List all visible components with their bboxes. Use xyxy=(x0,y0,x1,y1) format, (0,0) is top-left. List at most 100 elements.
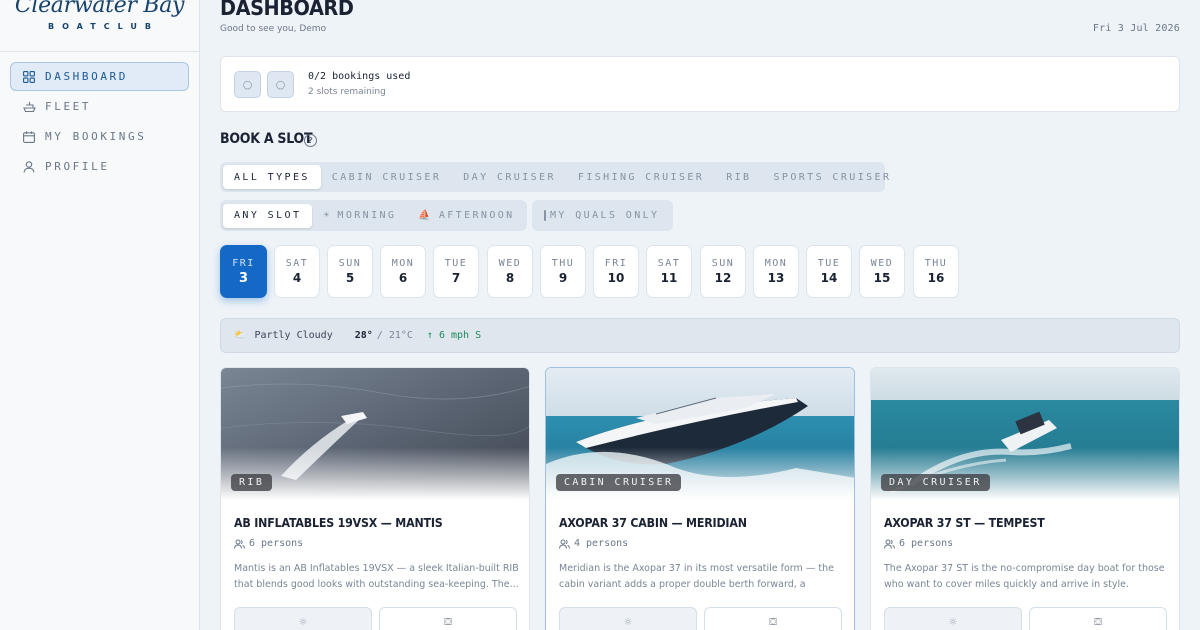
date-pill[interactable]: THU 16 xyxy=(913,245,959,298)
filter-all-types[interactable]: ALL TYPES xyxy=(223,165,321,189)
boat-icon xyxy=(22,100,36,114)
filter-rib[interactable]: RIB xyxy=(715,165,762,189)
date-pill[interactable]: MON 13 xyxy=(753,245,799,298)
date-day: 13 xyxy=(767,271,785,285)
boat-type-badge: DAY CRUISER xyxy=(881,474,990,491)
date-day: 16 xyxy=(927,271,945,285)
afternoon-slot-button[interactable]: ⛋ xyxy=(379,607,517,630)
filter-label: ANY SLOT xyxy=(234,210,302,221)
user-icon xyxy=(22,160,36,174)
boat-card[interactable]: CABIN CRUISER AXOPAR 37 CABIN — MERIDIAN… xyxy=(545,367,855,630)
calendar-icon xyxy=(22,130,36,144)
sun-icon: ☀ xyxy=(323,210,330,221)
brand-logo[interactable]: Clearwater Bay BOATCLUB xyxy=(0,0,199,52)
morning-slot-button[interactable]: ☼ xyxy=(559,607,697,630)
boat-capacity: 6 persons xyxy=(234,538,303,549)
quals-filter[interactable]: MY QUALS ONLY xyxy=(532,200,673,231)
weather-wind: ↑ 6 mph S xyxy=(426,330,482,341)
slots-remaining-text: 2 slots remaining xyxy=(308,87,386,97)
filter-fishing-cruiser[interactable]: FISHING CRUISER xyxy=(567,165,715,189)
date-weekday: TUE xyxy=(817,258,841,269)
capacity-text: 6 persons xyxy=(249,538,304,549)
date-day: 10 xyxy=(607,271,625,285)
date-weekday: SAT xyxy=(657,258,681,269)
date-pill[interactable]: SUN 5 xyxy=(327,245,373,298)
filter-day-cruiser[interactable]: DAY CRUISER xyxy=(452,165,567,189)
date-day: 6 xyxy=(398,271,408,285)
boat-capacity: 6 persons xyxy=(884,538,953,549)
date-pill[interactable]: SAT 4 xyxy=(274,245,320,298)
date-weekday: FRI xyxy=(604,258,628,269)
boat-name: AXOPAR 37 CABIN — MERIDIAN xyxy=(559,516,747,530)
partly-cloudy-icon: ⛅ xyxy=(234,330,247,341)
date-weekday: MON xyxy=(391,258,415,269)
boat-card[interactable]: DAY CRUISER AXOPAR 37 ST — TEMPEST 6 per… xyxy=(870,367,1180,630)
date-weekday: WED xyxy=(870,258,894,269)
sidebar-item-label: DASHBOARD xyxy=(45,70,129,83)
sailboat-icon: ⛋ xyxy=(769,616,777,628)
quals-label: MY QUALS ONLY xyxy=(550,210,660,221)
date-weekday: SUN xyxy=(338,258,362,269)
date-pill[interactable]: FRI 3 xyxy=(220,245,267,298)
filter-sports-cruiser[interactable]: SPORTS CRUISER xyxy=(762,165,902,189)
bookings-summary-card: ○ ○ 0/2 bookings used 2 slots remaining xyxy=(220,56,1180,112)
users-icon xyxy=(884,539,895,549)
afternoon-slot-button[interactable]: ⛋ xyxy=(1029,607,1167,630)
date-day: 3 xyxy=(238,271,249,286)
date-pill[interactable]: SAT 11 xyxy=(646,245,692,298)
brand-tagline: BOATCLUB xyxy=(48,22,159,31)
sidebar-item-my-bookings[interactable]: MY BOOKINGS xyxy=(10,122,189,151)
date-weekday: THU xyxy=(924,258,948,269)
sidebar-item-fleet[interactable]: FLEET xyxy=(10,92,189,121)
time-slot-filter: ANY SLOT ☀ MORNING ⛵ AFTERNOON xyxy=(220,200,527,231)
capacity-text: 4 persons xyxy=(574,538,629,549)
date-pill[interactable]: MON 6 xyxy=(380,245,426,298)
sun-icon: ☼ xyxy=(948,616,958,628)
date-pill[interactable]: WED 8 xyxy=(487,245,533,298)
filter-any-slot[interactable]: ANY SLOT xyxy=(223,203,313,228)
date-pill[interactable]: WED 15 xyxy=(859,245,905,298)
section-title-book-slot: BOOK A SLOT xyxy=(220,131,313,147)
date-weekday: WED xyxy=(498,258,522,269)
filter-label: AFTERNOON xyxy=(438,210,515,221)
booking-slot-indicator: ○ xyxy=(267,71,294,98)
boat-description: Meridian is the Axopar 37 in its most ve… xyxy=(559,563,834,590)
sidebar-item-dashboard[interactable]: DASHBOARD xyxy=(10,62,189,91)
date-day: 7 xyxy=(451,271,461,285)
booking-slot-indicator: ○ xyxy=(234,71,261,98)
boat-card[interactable]: RIB AB INFLATABLES 19VSX — MANTIS 6 pers… xyxy=(220,367,530,630)
date-pill[interactable]: SUN 12 xyxy=(700,245,746,298)
date-weekday: MON xyxy=(764,258,788,269)
date-day: 9 xyxy=(558,271,568,285)
sidebar-item-label: MY BOOKINGS xyxy=(45,130,147,143)
help-icon[interactable]: ? xyxy=(304,134,317,147)
sidebar-item-label: FLEET xyxy=(45,100,92,113)
greeting-text: Good to see you, Demo xyxy=(220,24,327,34)
bookings-used-text: 0/2 bookings used xyxy=(308,71,411,82)
date-pill[interactable]: TUE 7 xyxy=(433,245,479,298)
date-pill[interactable]: THU 9 xyxy=(540,245,586,298)
morning-slot-button[interactable]: ☼ xyxy=(884,607,1022,630)
filter-morning[interactable]: ☀ MORNING xyxy=(312,204,407,228)
weather-high-temp: 28° xyxy=(354,330,373,341)
sidebar-item-profile[interactable]: PROFILE xyxy=(10,152,189,181)
date-day: 14 xyxy=(820,271,838,285)
filter-cabin-cruiser[interactable]: CABIN CRUISER xyxy=(321,165,452,189)
date-weekday: SAT xyxy=(285,258,309,269)
filter-afternoon[interactable]: ⛵ AFTERNOON xyxy=(407,204,525,228)
brand-name: Clearwater Bay xyxy=(14,0,185,18)
sailboat-icon: ⛋ xyxy=(444,616,452,628)
morning-slot-button[interactable]: ☼ xyxy=(234,607,372,630)
date-day: 8 xyxy=(505,271,515,285)
grid-icon xyxy=(22,70,36,84)
date-day: 4 xyxy=(292,271,302,285)
afternoon-slot-button[interactable]: ⛋ xyxy=(704,607,842,630)
date-day: 11 xyxy=(660,271,678,285)
date-weekday: SUN xyxy=(711,258,735,269)
weather-condition: Partly Cloudy xyxy=(254,330,333,341)
boat-description: The Axopar 37 ST is the no-compromise da… xyxy=(884,563,1165,590)
date-pill[interactable]: TUE 14 xyxy=(806,245,852,298)
page-title: DASHBOARD xyxy=(220,0,354,20)
date-weekday: TUE xyxy=(444,258,468,269)
date-pill[interactable]: FRI 10 xyxy=(593,245,639,298)
